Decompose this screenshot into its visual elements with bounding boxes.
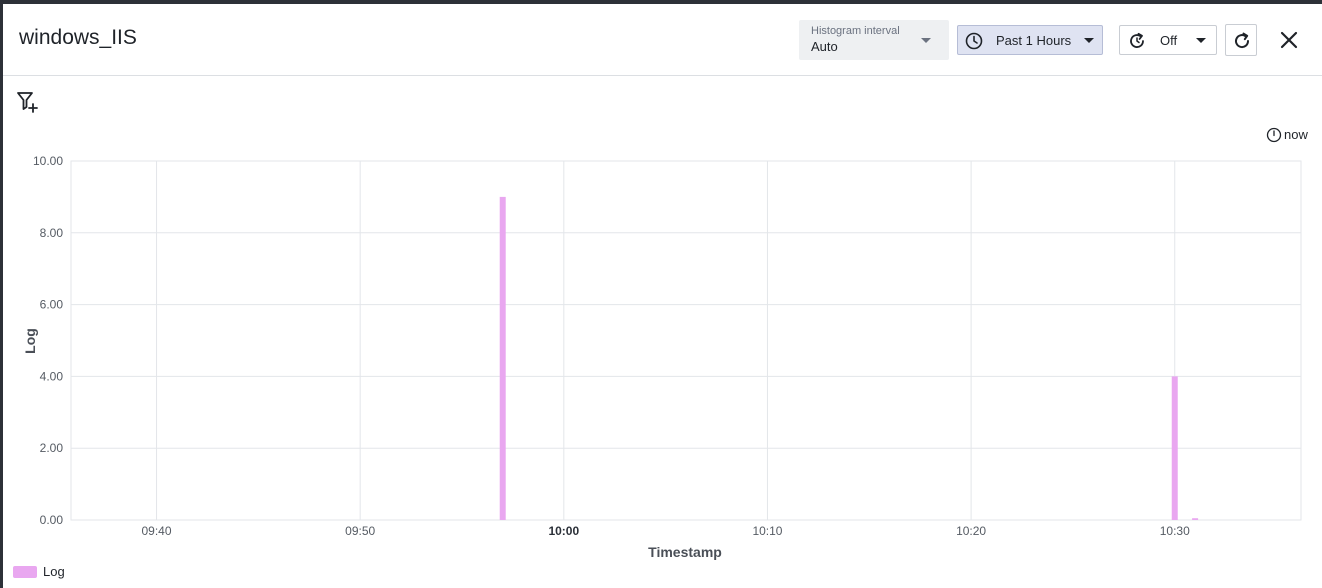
y-tick-label: 8.00 [40,226,64,240]
y-tick-label: 2.00 [40,441,64,455]
y-tick-label: 10.00 [33,154,63,168]
y-tick-label: 4.00 [40,369,64,383]
plot-area-border [70,160,1302,521]
legend-label: Log [43,564,65,579]
histogram-bar [1192,518,1199,520]
x-axis-title: Timestamp [648,544,722,560]
histogram-bar [499,196,506,520]
x-tick-label: 10:20 [956,524,986,538]
histogram-dialog: windows_IIS Histogram interval Auto Past… [3,4,1322,588]
legend-swatch [13,566,37,578]
y-tick-label: 0.00 [40,513,64,527]
x-tick-label: 09:40 [142,524,172,538]
x-tick-label: 10:30 [1160,524,1190,538]
x-axis: 09:40 09:50 10:00 10:10 10:20 10:30 [142,524,1191,538]
chart-grid [70,160,1302,521]
x-tick-label: 09:50 [345,524,375,538]
y-tick-label: 6.00 [40,298,64,312]
y-axis-title: Log [22,328,38,354]
histogram-chart: 0.00 2.00 4.00 6.00 8.00 10.00 09:40 09:50 10:0… [22,154,1302,560]
bar-series [499,196,1199,520]
x-tick-label: 10:10 [752,524,782,538]
histogram-bar [1171,376,1178,520]
x-tick-label: 10:00 [548,524,579,538]
